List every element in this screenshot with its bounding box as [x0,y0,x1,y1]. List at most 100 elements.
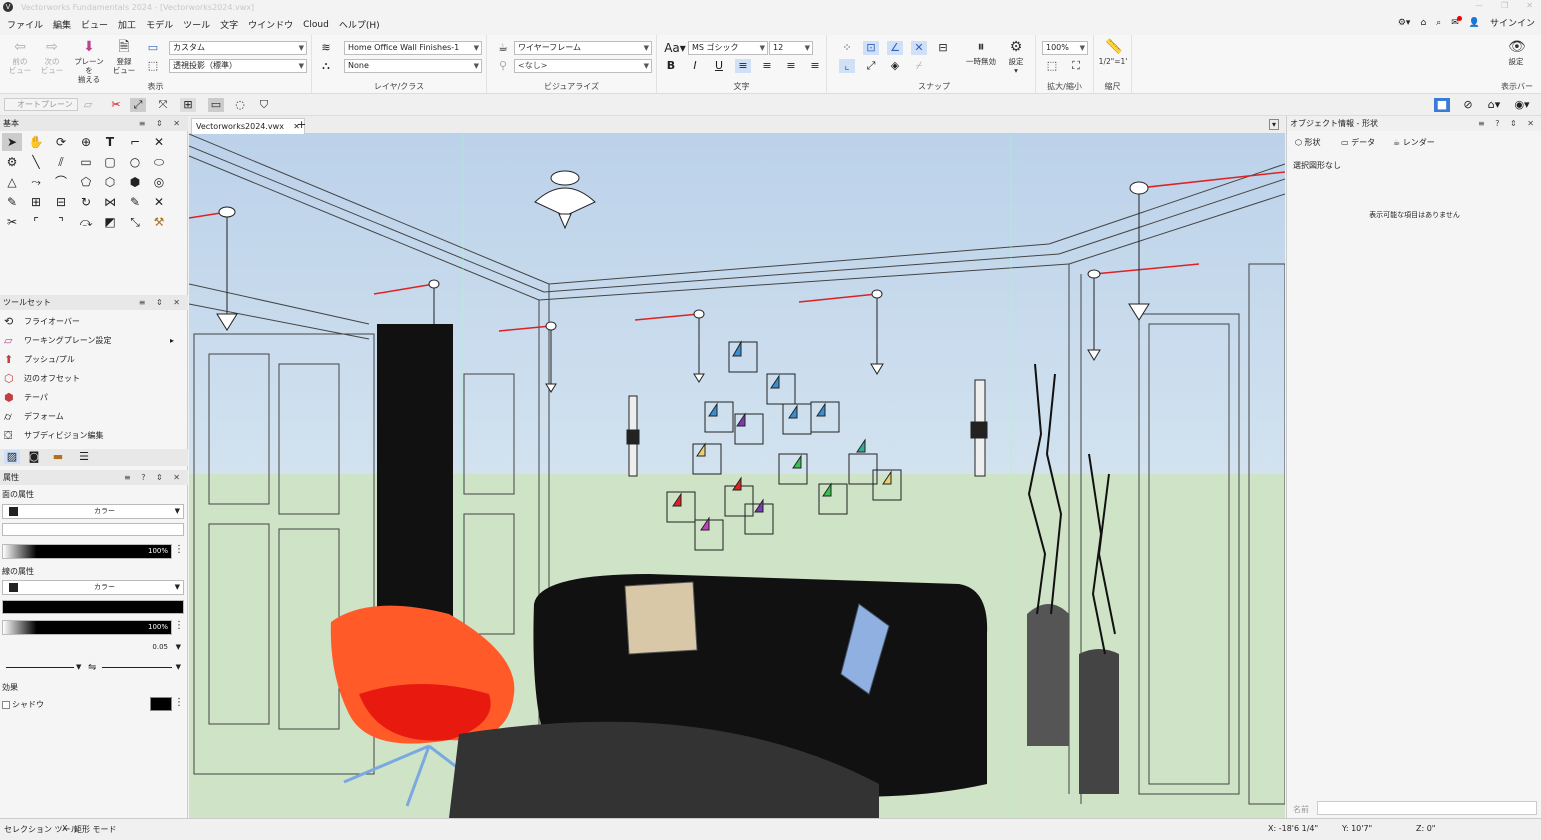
toolset-item-deform[interactable]: ⌭ デフォーム [0,407,178,426]
home-icon[interactable]: ⌂ [1420,18,1426,28]
palette-tab-attributes-icon[interactable]: ▨ [4,450,20,464]
drawing-area[interactable]: Vectorworks2024.vwx ✕ + ▾ [189,116,1285,818]
fill-type-dropdown[interactable]: カラー ▼ [2,504,184,519]
line-markers-row[interactable]: ▼ ⇋ ▼ [2,661,184,676]
user-icon[interactable]: 👤 [1469,18,1480,28]
chamfer-tool-icon[interactable]: ⌝ [51,213,71,231]
scissors-tool-icon[interactable]: ✂ [2,213,22,231]
snap-edge-icon[interactable]: ⌞ [839,59,855,73]
menu-cloud[interactable]: Cloud [298,20,334,30]
fill-opacity-bar[interactable]: 100% [2,544,172,559]
toolset-item-subdivision[interactable]: ⛋ サブディビジョン編集 [0,426,178,445]
toolset-item-taper[interactable]: ⬢ テーパ [0,388,178,407]
callout-tool-icon[interactable]: ⌐ [125,133,145,151]
spiral-tool-icon[interactable]: ◎ [149,173,169,191]
displaybar-settings-button[interactable]: 👁 設定 [1501,39,1531,66]
toolset-item-flyover[interactable]: ⟲ フライオーバー [0,312,178,331]
tab-list-icon[interactable]: ▾ [1268,119,1279,130]
menu-window[interactable]: ウインドウ [243,18,298,31]
eyedropper2-tool-icon[interactable]: ⚒ [149,213,169,231]
menu-model[interactable]: モデル [141,18,178,31]
unlink-icon[interactable]: ✂ [108,98,124,112]
snap-pause-button[interactable]: ⏸ 一時無効 [961,39,1001,66]
hexagon-tool-icon[interactable]: ⬢ [125,173,145,191]
snap-grid-icon[interactable]: ⁘ [839,41,855,55]
line-opacity-menu-icon[interactable]: ⋮ [174,620,184,631]
font-icon[interactable]: Aa▾ [663,41,687,55]
pan-tool-icon[interactable]: ✋ [26,133,46,151]
line-tool-icon[interactable]: ╲ [26,153,46,171]
freehand-tool-icon[interactable]: ⤳ [26,173,46,191]
plane-mode-icon[interactable]: ⌂▾ [1486,98,1502,112]
rotate-tool-icon[interactable]: ↻ [76,193,96,211]
menu-help[interactable]: ヘルプ(H) [334,18,385,31]
regular-polygon-tool-icon[interactable]: ⬡ [100,173,120,191]
line-type-dropdown[interactable]: カラー ▼ [2,580,184,595]
align-plane-button[interactable]: ⬇ プレーンを 揃える [72,39,106,84]
bold-button[interactable]: B [663,59,679,73]
next-view-button[interactable]: ⇨ 次の ビュー [37,39,67,75]
tab-shape[interactable]: ⬡ 形状 [1295,137,1321,148]
gear-icon[interactable]: ⚙▾ [1398,18,1411,28]
font-size-dropdown[interactable]: 12 ▼ [769,41,813,55]
document-tab[interactable]: Vectorworks2024.vwx ✕ [191,118,305,134]
palette-tab-camera-icon[interactable]: ◙ [26,450,42,464]
zoom-dropdown[interactable]: 100% ▼ [1042,41,1088,55]
eyedropper-tool-icon[interactable]: ✎ [2,193,22,211]
tab-data[interactable]: ▭ データ [1341,137,1375,148]
autoplane-toggle[interactable]: オートプレーン [4,98,78,111]
polygon-mode-icon[interactable]: ⛉ [256,98,272,112]
fill-opacity-menu-icon[interactable]: ⋮ [174,544,184,555]
polygon-tool-icon[interactable]: ⬠ [76,173,96,191]
visibility-icon[interactable]: ■ [1434,98,1450,112]
double-line-tool-icon[interactable]: ⫽ [51,153,71,171]
snap-settings-button[interactable]: ⚙ 設定 ▾ [1001,39,1031,75]
menu-tools[interactable]: ツール [178,18,215,31]
menu-edit[interactable]: 編集 [48,18,76,31]
mirror-tool-icon[interactable]: ⋈ [100,193,120,211]
rect-mode-icon[interactable]: ▭ [208,98,224,112]
circle-tool-icon[interactable]: ○ [125,153,145,171]
snap-working-plane-icon[interactable]: ⌿ [911,59,927,73]
class-dropdown[interactable]: None ▼ [344,59,482,73]
toolset-item-pushpull[interactable]: ⬆ プッシュ/プル [0,350,178,369]
split-tool-icon[interactable]: ✎ [125,193,145,211]
scale-button[interactable]: 📏 1/2"=1' [1098,39,1128,66]
align-right-icon[interactable]: ≡ [783,59,799,73]
oval-tool-icon[interactable]: ⬭ [149,153,169,171]
search-icon[interactable]: ⌕ [1436,18,1441,28]
fit-to-window-icon[interactable]: ⬚ [1044,59,1060,73]
rounded-rect-tool-icon[interactable]: ▢ [100,153,120,171]
attribute-tool-icon[interactable]: ⊞ [26,193,46,211]
snap-tangent-icon[interactable]: ◈ [887,59,903,73]
mode-drag-icon[interactable]: ⤢ [130,98,146,112]
snap-intersection-icon[interactable]: ✕ [911,41,927,55]
reshape-tool-icon[interactable]: ⊟ [51,193,71,211]
fit-to-objects-icon[interactable]: ⛶ [1068,59,1084,73]
offset-tool-icon[interactable]: ⤼ [76,213,96,231]
selection-tool-icon[interactable]: ➤ [2,133,22,151]
align-center-icon[interactable]: ≡ [759,59,775,73]
move-tool-icon[interactable]: ⤡ [125,213,145,231]
prev-view-button[interactable]: ⇦ 前の ビュー [5,39,35,75]
projection-dropdown[interactable]: 透視投影（標準） ▼ [169,59,307,73]
zoom-tool-icon[interactable]: ⊕ [76,133,96,151]
align-left-icon[interactable]: ≡ [735,59,751,73]
palette-tab-material-icon[interactable]: ▬ [50,450,66,464]
tab-render[interactable]: ☕ レンダー [1393,137,1435,148]
font-dropdown[interactable]: MS ゴシック ▼ [688,41,768,55]
text-tool-icon[interactable]: T [100,133,120,151]
register-view-button[interactable]: 🗎 登録 ビュー [109,39,139,75]
shadow-color-swatch[interactable] [150,697,172,711]
snap-object-icon[interactable]: ⊡ [863,41,879,55]
italic-button[interactable]: I [687,59,703,73]
layer-dropdown[interactable]: Home Office Wall Finishes-1 ▼ [344,41,482,55]
menu-view[interactable]: ビュー [76,18,113,31]
arc-tool-icon[interactable]: ⌒ [51,173,71,191]
view-dropdown[interactable]: カスタム ▼ [169,41,307,55]
trim-tool-icon[interactable]: ✕ [149,193,169,211]
wireframe-viewport[interactable] [189,134,1285,818]
snap-distance-icon[interactable]: ⤢ [863,59,879,73]
line-pattern[interactable] [2,600,184,614]
shadow-checkbox[interactable]: シャドウ [2,699,44,710]
